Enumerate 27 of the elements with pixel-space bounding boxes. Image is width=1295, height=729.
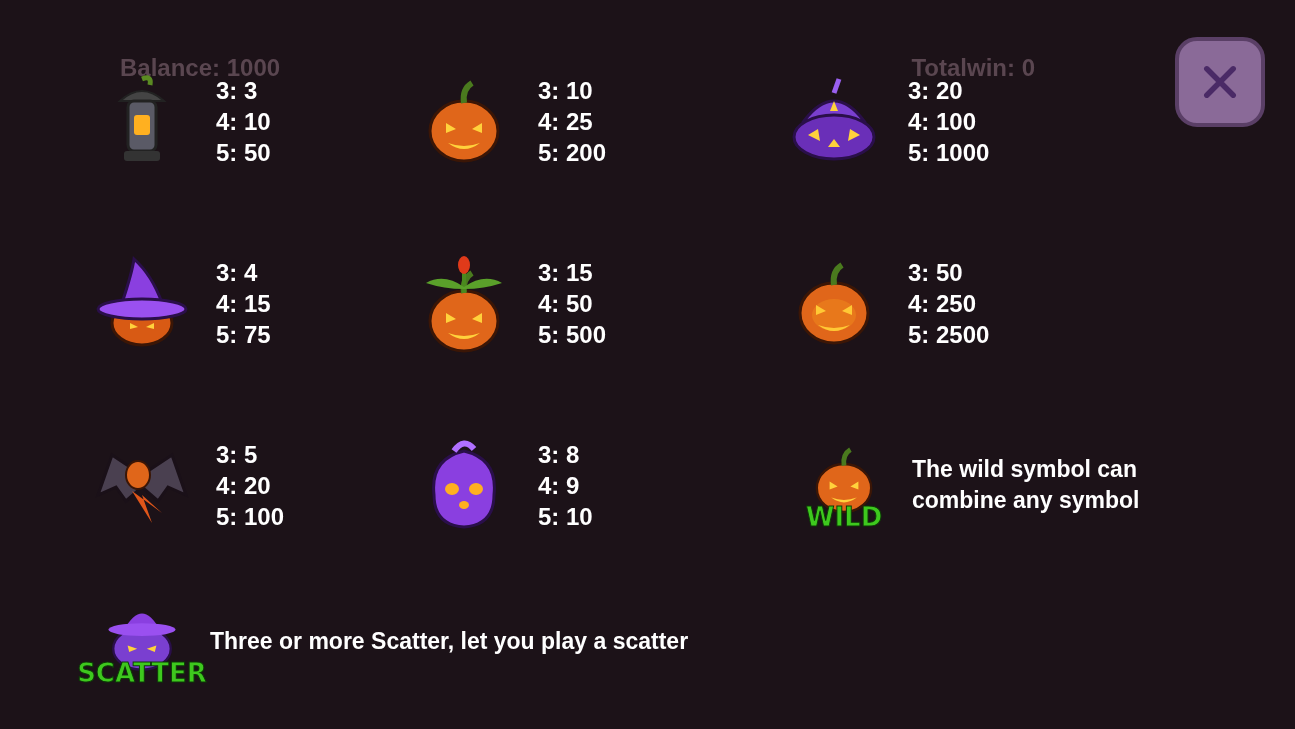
payout-text: 4: 15 [216, 288, 271, 319]
payout-text: 5: 500 [538, 319, 607, 350]
payout-text: 4: 100 [908, 106, 978, 137]
payout-text: 4: 20 [216, 470, 272, 501]
payout-text: 5: 100 [216, 501, 285, 532]
scatter-description: Three or more Scatter, let you play a scatter [210, 626, 689, 656]
symbol-description: The wild symbol can combine any symbol [912, 455, 1141, 515]
badge-text: WILD [805, 504, 883, 530]
badge-text: SCATTER [77, 660, 207, 686]
payout-text: 3: 5 [216, 439, 259, 470]
payout-text: 3: 50 [908, 257, 964, 288]
payout-text: 4: 9 [538, 470, 581, 501]
payout-text: 4: 50 [538, 288, 594, 319]
payout-text: 5: 200 [538, 137, 607, 168]
payout-text: 3: 10 [538, 75, 594, 106]
payout-text: 3: 8 [538, 439, 581, 470]
payout-text: 3: 4 [216, 257, 259, 288]
payout-text: 5: 2500 [908, 319, 990, 350]
payout-text: 5: 75 [216, 319, 271, 350]
payout-text: 5: 50 [216, 137, 271, 168]
payout-text: 4: 25 [538, 106, 594, 137]
payout-text: 5: 10 [538, 501, 593, 532]
payout-text: 4: 250 [908, 288, 978, 319]
payout-text: 3: 15 [538, 257, 594, 288]
payout-text: 4: 10 [216, 106, 271, 137]
close-button[interactable] [1175, 37, 1265, 127]
payout-text: 5: 1000 [908, 137, 990, 168]
